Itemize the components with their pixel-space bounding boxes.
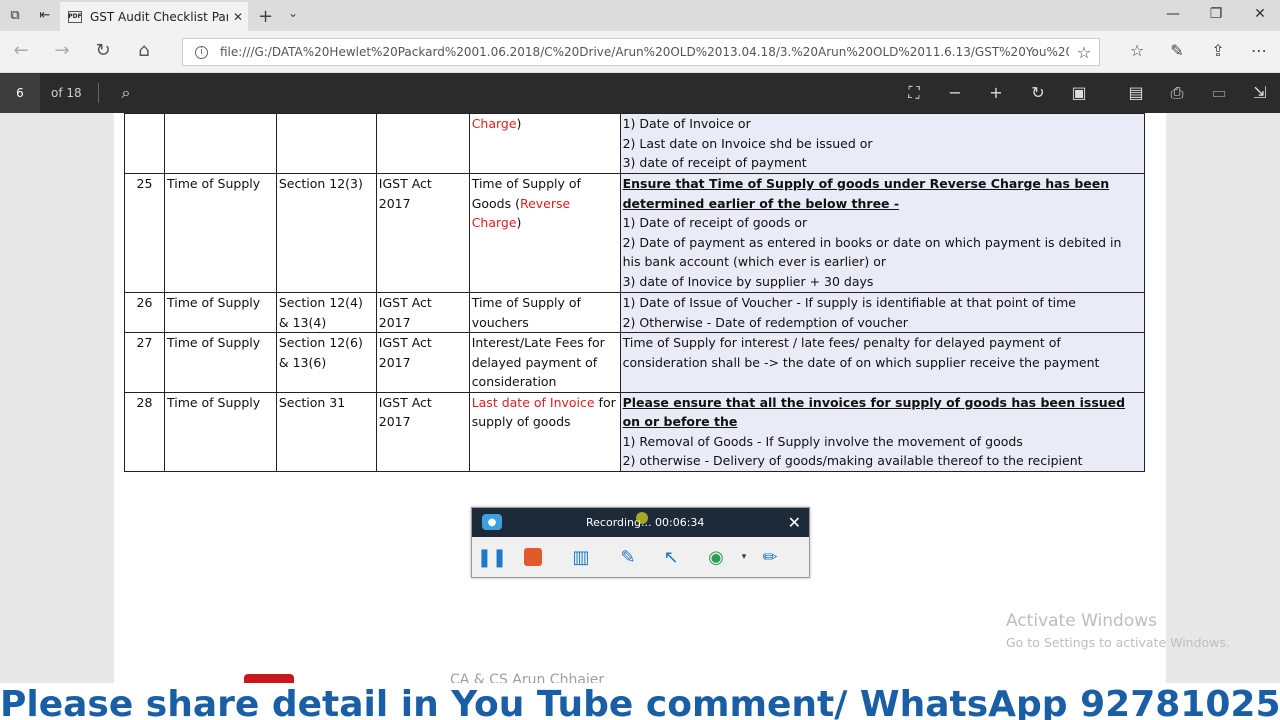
- read-aloud-icon[interactable]: ▤: [1125, 83, 1147, 102]
- pdf-toolbar: 6 of 18 ⌕ ⛶ − + ↻ ▣ ▤ ⎙ ▭ ⇲: [0, 73, 1280, 113]
- details-cell: Please ensure that all the invoices for …: [619, 391, 1146, 472]
- stats-icon[interactable]: ▥: [568, 545, 594, 569]
- page-number-input[interactable]: 6: [0, 73, 40, 113]
- pdf-document-area[interactable]: Charge) 1) Date of Invoice or 2) Last da…: [0, 113, 1280, 683]
- fit-page-icon[interactable]: ⛶: [903, 83, 925, 103]
- zoom-in-icon[interactable]: +: [985, 83, 1007, 102]
- print-icon[interactable]: ⎙: [1166, 83, 1188, 103]
- camera-icon: ●: [482, 514, 502, 530]
- url-text: file:///G:/DATA%20Hewlet%20Packard%2001.…: [220, 45, 1069, 59]
- browser-tab-bar: ⧉ ⇤ PDF GST Audit Checklist Par ✕ + ⌄ — …: [0, 0, 1280, 31]
- edit-icon[interactable]: ✏: [758, 545, 782, 569]
- zoom-out-icon[interactable]: −: [944, 83, 966, 102]
- close-icon[interactable]: ✕: [228, 10, 248, 24]
- webcam-add-icon[interactable]: ◉: [704, 545, 728, 569]
- topic-cell: Charge): [468, 113, 621, 174]
- table-row: Charge) 1) Date of Invoice or 2) Last da…: [124, 113, 1146, 174]
- mouse-cursor-highlight: [636, 512, 648, 524]
- search-icon[interactable]: ⌕: [115, 83, 137, 103]
- back-icon[interactable]: ←: [9, 40, 33, 61]
- restore-icon[interactable]: ❐: [1206, 6, 1226, 22]
- table-row: 28 Time of Supply Section 31 IGST Act 20…: [124, 391, 1146, 472]
- pdf-page: Charge) 1) Date of Invoice or 2) Last da…: [114, 113, 1166, 683]
- contact-banner: Please share detail in You Tube comment/…: [0, 683, 1280, 720]
- refresh-icon[interactable]: ↻: [91, 40, 115, 61]
- pdf-icon: PDF: [68, 10, 82, 23]
- info-icon[interactable]: i: [195, 45, 208, 59]
- address-input[interactable]: i file:///G:/DATA%20Hewlet%20Packard%200…: [182, 38, 1100, 66]
- pointer-tool-icon[interactable]: ↖: [659, 545, 683, 569]
- recorder-controls: ❚❚ ▥ ✎ ↖ ◉ ▾ ✏: [472, 537, 809, 577]
- star-icon[interactable]: ☆: [1069, 43, 1099, 62]
- activate-windows-watermark: Activate Windows Go to Settings to activ…: [1006, 611, 1230, 650]
- topic-cell: Last date of Invoice for supply of goods: [468, 391, 621, 472]
- address-bar-row: ← → ↻ ⌂ i file:///G:/DATA%20Hewlet%20Pac…: [0, 31, 1280, 73]
- new-tab-icon[interactable]: +: [258, 6, 273, 27]
- chevron-down-icon[interactable]: ⌄: [288, 6, 298, 20]
- page-total: of 18: [51, 86, 82, 100]
- forward-icon[interactable]: →: [50, 40, 74, 61]
- table-row: 26 Time of Supply Section 12(4) & 13(4) …: [124, 292, 1146, 333]
- details-cell: 1) Date of Invoice or 2) Last date on In…: [619, 113, 1146, 174]
- pause-icon[interactable]: ❚❚: [477, 545, 507, 569]
- pen-icon[interactable]: ✎: [1166, 41, 1188, 60]
- browser-tab[interactable]: PDF GST Audit Checklist Par ✕: [60, 2, 248, 31]
- tab-title: GST Audit Checklist Par: [90, 9, 228, 24]
- dropdown-icon[interactable]: ▾: [738, 545, 750, 569]
- close-icon[interactable]: ✕: [788, 513, 801, 532]
- share-icon[interactable]: ⇪: [1207, 41, 1229, 60]
- details-cell: 1) Date of Issue of Voucher - If supply …: [619, 292, 1146, 333]
- set-aside-icon[interactable]: ⇤: [30, 0, 60, 31]
- tab-manager-icon[interactable]: ⧉: [0, 0, 30, 31]
- toolbar-divider: [98, 83, 99, 103]
- table-row: 27 Time of Supply Section 12(6) & 13(6) …: [124, 332, 1146, 393]
- table-row: 25 Time of Supply Section 12(3) IGST Act…: [124, 173, 1146, 293]
- rotate-icon[interactable]: ↻: [1027, 83, 1049, 102]
- audit-checklist-table: Charge) 1) Date of Invoice or 2) Last da…: [124, 113, 1146, 472]
- stop-icon[interactable]: [521, 545, 545, 569]
- page-view-icon[interactable]: ▣: [1068, 83, 1090, 102]
- save-icon[interactable]: ▭: [1208, 83, 1230, 102]
- home-icon[interactable]: ⌂: [132, 40, 156, 61]
- favorites-icon[interactable]: ☆: [1126, 41, 1148, 60]
- topic-cell: Time of Supply of Goods (Reverse Charge): [468, 173, 621, 293]
- pen-tool-icon[interactable]: ✎: [616, 545, 640, 569]
- minimize-icon[interactable]: —: [1163, 6, 1183, 22]
- more-icon[interactable]: ⋯: [1248, 41, 1270, 60]
- details-cell: Ensure that Time of Supply of goods unde…: [619, 173, 1146, 293]
- details-cell: Time of Supply for interest / late fees/…: [619, 332, 1146, 393]
- save-as-icon[interactable]: ⇲: [1249, 83, 1271, 102]
- close-icon[interactable]: ✕: [1250, 6, 1270, 22]
